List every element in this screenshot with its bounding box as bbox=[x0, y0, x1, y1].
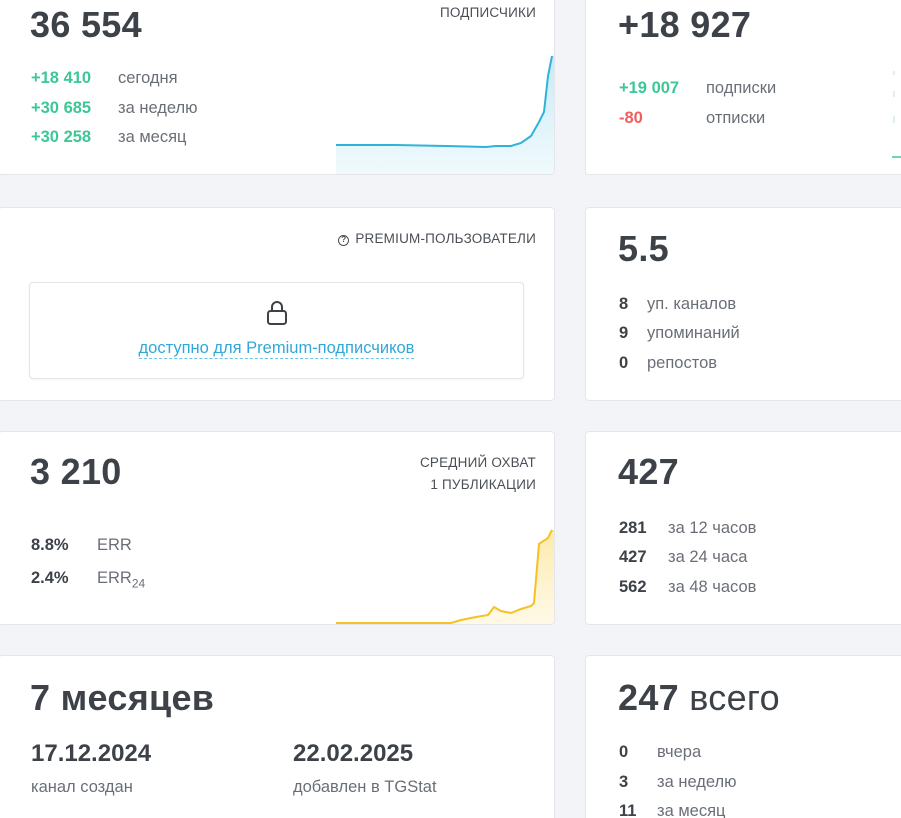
lock-icon bbox=[267, 301, 287, 325]
citation-channels-value: 8 bbox=[619, 295, 629, 313]
views-24h-row: 427 за 24 часа bbox=[619, 546, 747, 568]
views-12h-label: за 12 часов bbox=[668, 519, 757, 537]
mentions-yesterday-value: 0 bbox=[619, 743, 629, 761]
premium-locked-box[interactable]: доступно для Premium-подписчиков bbox=[29, 282, 524, 379]
mentions-total: 247 всего bbox=[618, 678, 780, 718]
citation-total: 5.5 bbox=[618, 228, 669, 269]
subscribers-month-label: за месяц bbox=[118, 128, 187, 146]
age-card[interactable]: 7 месяцев 17.12.2024 канал создан 22.02.… bbox=[0, 655, 555, 818]
subscribers-week-value: +30 685 bbox=[31, 99, 92, 117]
reach-err24-value: 2.4% bbox=[31, 569, 69, 587]
reach-sparkline-area bbox=[336, 530, 554, 624]
subscribers-today-value: +18 410 bbox=[31, 69, 92, 87]
subscribers-week-row: +30 685 за неделю bbox=[31, 97, 198, 119]
mentions-week-row: 3 за неделю bbox=[619, 771, 737, 793]
views-48h-row: 562 за 48 часов bbox=[619, 576, 756, 598]
subscribers-card[interactable]: 36 554 ПОДПИСЧИКИ +18 410 сегодня +30 685… bbox=[0, 0, 555, 175]
reach-sparkline-line bbox=[336, 529, 553, 624]
views-24h-label: за 24 часа bbox=[668, 548, 748, 566]
views-card[interactable]: 427 281 за 12 часов 427 за 24 часа 562 за 4… bbox=[585, 431, 901, 625]
premium-corner-text: PREMIUM-ПОЛЬЗОВАТЕЛИ bbox=[355, 231, 536, 246]
views-12h-value: 281 bbox=[619, 519, 647, 537]
growth-total: +18 927 bbox=[618, 4, 752, 45]
views-total: 427 bbox=[618, 451, 679, 492]
views-48h-label: за 48 часов bbox=[668, 578, 757, 596]
mentions-yesterday-label: вчера bbox=[657, 743, 702, 761]
mentions-yesterday-row: 0 вчера bbox=[619, 741, 701, 763]
mentions-week-value: 3 bbox=[619, 773, 629, 791]
citation-card[interactable]: 5.5 8 уп. каналов 9 упоминаний 0 репостов bbox=[585, 207, 901, 401]
created-label: канал создан bbox=[31, 778, 133, 796]
views-24h-value: 427 bbox=[619, 548, 647, 566]
premium-unlock-link-wrap: доступно для Premium-подписчиков bbox=[30, 339, 523, 359]
reach-err24-label: ERR24 bbox=[97, 569, 146, 591]
growth-card[interactable]: +18 927 +19 007 подписки -80 отписки bbox=[585, 0, 901, 175]
premium-card: ? PREMIUM-ПОЛЬЗОВАТЕЛИ доступно для Premi… bbox=[0, 207, 555, 401]
premium-corner-label[interactable]: ? PREMIUM-ПОЛЬЗОВАТЕЛИ bbox=[338, 228, 536, 250]
subscribers-sparkline bbox=[336, 56, 554, 174]
growth-subscribes-value: +19 007 bbox=[619, 79, 680, 97]
created-date: 17.12.2024 bbox=[31, 740, 152, 767]
growth-subscribes-label: подписки bbox=[706, 79, 777, 97]
growth-unsubscribes-value: -80 bbox=[619, 109, 643, 127]
citation-reposts-value: 0 bbox=[619, 354, 629, 372]
citation-reposts-label: репостов bbox=[647, 354, 718, 372]
reach-err-row: 8.8% ERR bbox=[31, 534, 132, 556]
growth-unsubscribes-row: -80 отписки bbox=[619, 107, 765, 129]
citation-channels-row: 8 уп. каналов bbox=[619, 293, 736, 315]
views-48h-value: 562 bbox=[619, 578, 647, 596]
growth-sparkline-edge bbox=[892, 71, 901, 158]
subscribers-total: 36 554 bbox=[30, 4, 142, 45]
mentions-week-label: за неделю bbox=[657, 773, 737, 791]
views-12h-row: 281 за 12 часов bbox=[619, 517, 756, 539]
mentions-card[interactable]: 247 всего 0 вчера 3 за неделю 11 за месяц bbox=[585, 655, 901, 818]
mentions-month-row: 11 за месяц bbox=[619, 800, 725, 818]
citation-reposts-row: 0 репостов bbox=[619, 352, 717, 374]
reach-err-value: 8.8% bbox=[31, 536, 69, 554]
reach-card[interactable]: 3 210 СРЕДНИЙ ОХВАТ 1 ПУБЛИКАЦИИ 8.8% ERR… bbox=[0, 431, 555, 625]
reach-total: 3 210 bbox=[30, 451, 122, 492]
reach-sparkline bbox=[336, 529, 554, 624]
citation-channels-label: уп. каналов bbox=[647, 295, 737, 313]
help-icon[interactable]: ? bbox=[338, 235, 350, 246]
reach-corner-line1: СРЕДНИЙ ОХВАТ bbox=[419, 455, 536, 470]
mentions-total-number: 247 bbox=[618, 677, 679, 718]
added-date: 22.02.2025 bbox=[293, 740, 414, 767]
age-total: 7 месяцев bbox=[30, 677, 215, 718]
mentions-month-label: за месяц bbox=[657, 802, 726, 818]
subscribers-today-row: +18 410 сегодня bbox=[31, 67, 178, 89]
mentions-total-word: всего bbox=[689, 677, 780, 718]
premium-unlock-link[interactable]: доступно для Premium-подписчиков bbox=[138, 339, 415, 359]
reach-err24-row: 2.4% ERR24 bbox=[31, 567, 145, 594]
subscribers-week-label: за неделю bbox=[118, 99, 198, 117]
growth-unsubscribes-label: отписки bbox=[706, 109, 766, 127]
reach-err-label: ERR bbox=[97, 536, 132, 554]
subscribers-month-value: +30 258 bbox=[31, 128, 92, 146]
subscribers-today-label: сегодня bbox=[118, 69, 178, 87]
subscribers-month-row: +30 258 за месяц bbox=[31, 126, 186, 148]
growth-subscribes-row: +19 007 подписки bbox=[619, 77, 776, 99]
citation-mentions-row: 9 упоминаний bbox=[619, 322, 740, 344]
reach-corner-label: СРЕДНИЙ ОХВАТ 1 ПУБЛИКАЦИИ bbox=[420, 452, 536, 496]
subscribers-corner-label: ПОДПИСЧИКИ bbox=[439, 5, 536, 20]
citation-mentions-label: упоминаний bbox=[647, 324, 740, 342]
mentions-month-value: 11 bbox=[619, 802, 637, 818]
reach-err24-subscript: 24 bbox=[131, 576, 146, 591]
subscribers-sparkline-area bbox=[336, 56, 554, 174]
citation-mentions-value: 9 bbox=[619, 324, 629, 342]
reach-corner-line2: 1 ПУБЛИКАЦИИ bbox=[430, 477, 536, 492]
subscribers-sparkline-line bbox=[336, 56, 553, 149]
added-label: добавлен в TGStat bbox=[293, 778, 437, 796]
